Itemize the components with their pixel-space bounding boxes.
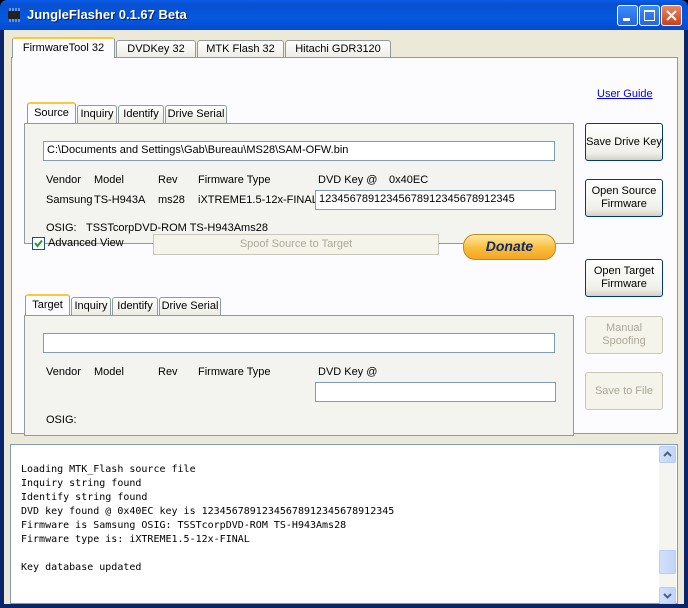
log-line: Identify string found bbox=[21, 492, 148, 503]
save-drive-key-button[interactable]: Save Drive Key bbox=[585, 123, 663, 161]
log-line: Firmware is Samsung OSIG: TSSTcorpDVD-RO… bbox=[21, 520, 347, 531]
tab-target[interactable]: Target bbox=[25, 294, 70, 315]
donate-button[interactable]: Donate bbox=[463, 234, 556, 260]
tab-source-drive-serial[interactable]: Drive Serial bbox=[165, 105, 227, 123]
client-area: FirmwareTool 32 DVDKey 32 MTK Flash 32 H… bbox=[4, 30, 684, 604]
tab-firmwaretool[interactable]: FirmwareTool 32 bbox=[12, 37, 115, 58]
source-osig-value: TSSTcorpDVD-ROM TS-H943Ams28 bbox=[86, 222, 268, 234]
tab-source-identify[interactable]: Identify bbox=[118, 105, 164, 123]
spoof-source-to-target-button[interactable]: Spoof Source to Target bbox=[153, 234, 439, 255]
scroll-up-button[interactable] bbox=[659, 446, 676, 463]
tab-mtk-flash[interactable]: MTK Flash 32 bbox=[197, 40, 284, 58]
title-bar[interactable]: JungleFlasher 0.1.67 Beta bbox=[0, 0, 688, 30]
source-path-field[interactable]: C:\Documents and Settings\Gab\Bureau\MS2… bbox=[43, 141, 555, 161]
source-fwtype-label: Firmware Type bbox=[198, 174, 271, 186]
user-guide-link[interactable]: User Guide bbox=[597, 88, 653, 100]
advanced-view-checkbox[interactable] bbox=[32, 237, 45, 250]
chevron-down-icon bbox=[663, 593, 672, 599]
open-source-firmware-button[interactable]: Open Source Firmware bbox=[585, 179, 663, 217]
source-model-label: Model bbox=[94, 174, 124, 186]
minimize-icon bbox=[623, 18, 630, 21]
target-rev-label: Rev bbox=[158, 366, 178, 378]
log-output[interactable]: Loading MTK_Flash source file Inquiry st… bbox=[10, 444, 678, 604]
target-path-field[interactable] bbox=[43, 333, 555, 353]
source-model-value: TS-H943A bbox=[94, 194, 146, 206]
log-line: Inquiry string found bbox=[21, 478, 142, 489]
chevron-up-icon bbox=[663, 451, 672, 457]
source-offset-label: 0x40EC bbox=[389, 174, 429, 186]
tab-source[interactable]: Source bbox=[27, 102, 76, 123]
source-rev-label: Rev bbox=[158, 174, 178, 186]
target-vendor-label: Vendor bbox=[46, 366, 81, 378]
tab-target-drive-serial[interactable]: Drive Serial bbox=[159, 297, 221, 315]
source-rev-value: ms28 bbox=[158, 194, 185, 206]
window-title: JungleFlasher 0.1.67 Beta bbox=[27, 7, 187, 22]
minimize-button[interactable] bbox=[617, 5, 638, 26]
target-fwtype-label: Firmware Type bbox=[198, 366, 271, 378]
checkmark-icon bbox=[34, 239, 43, 248]
close-icon bbox=[666, 10, 677, 21]
save-to-file-button[interactable]: Save to File bbox=[585, 372, 663, 410]
source-dvdkey-field[interactable]: 12345678912345678912345678912345 bbox=[315, 190, 556, 210]
scroll-thumb[interactable] bbox=[659, 550, 676, 574]
advanced-view-label[interactable]: Advanced View bbox=[48, 237, 124, 249]
tab-target-inquiry[interactable]: Inquiry bbox=[71, 297, 111, 315]
log-scrollbar[interactable] bbox=[659, 446, 676, 604]
firmwaretool-panel: Source Inquiry Identify Drive Serial C:\… bbox=[11, 57, 678, 436]
chip-icon bbox=[8, 8, 20, 22]
source-vendor-value: Samsung bbox=[46, 194, 93, 206]
target-model-label: Model bbox=[94, 366, 124, 378]
log-line: Key database updated bbox=[21, 562, 142, 573]
target-group: Vendor Model Rev Firmware Type DVD Key @… bbox=[24, 315, 574, 436]
scroll-down-button[interactable] bbox=[659, 587, 676, 604]
log-line: DVD key found @ 0x40EC key is 1234567891… bbox=[21, 506, 395, 517]
log-line: Firmware type is: iXTREME1.5-12x-FINAL bbox=[21, 534, 250, 545]
tab-dvdkey[interactable]: DVDKey 32 bbox=[116, 40, 196, 58]
target-dvdkey-field[interactable] bbox=[315, 382, 556, 402]
tab-hitachi[interactable]: Hitachi GDR3120 bbox=[285, 40, 391, 58]
close-button[interactable] bbox=[661, 5, 682, 26]
tab-target-identify[interactable]: Identify bbox=[112, 297, 158, 315]
source-osig-label: OSIG: bbox=[46, 222, 77, 234]
source-vendor-label: Vendor bbox=[46, 174, 81, 186]
source-group: C:\Documents and Settings\Gab\Bureau\MS2… bbox=[24, 123, 574, 244]
tab-source-inquiry[interactable]: Inquiry bbox=[77, 105, 117, 123]
target-osig-label: OSIG: bbox=[46, 414, 77, 426]
source-dvdkey-label: DVD Key @ bbox=[318, 174, 378, 186]
log-line: Loading MTK_Flash source file bbox=[21, 464, 196, 475]
source-fwtype-value: iXTREME1.5-12x-FINAL bbox=[198, 194, 318, 206]
maximize-icon bbox=[644, 10, 655, 21]
maximize-button[interactable] bbox=[639, 5, 660, 26]
target-dvdkey-label: DVD Key @ bbox=[318, 366, 378, 378]
app-window: JungleFlasher 0.1.67 Beta FirmwareTool 3… bbox=[0, 0, 688, 608]
open-target-firmware-button[interactable]: Open Target Firmware bbox=[585, 259, 663, 297]
manual-spoofing-button[interactable]: Manual Spoofing bbox=[585, 316, 663, 354]
